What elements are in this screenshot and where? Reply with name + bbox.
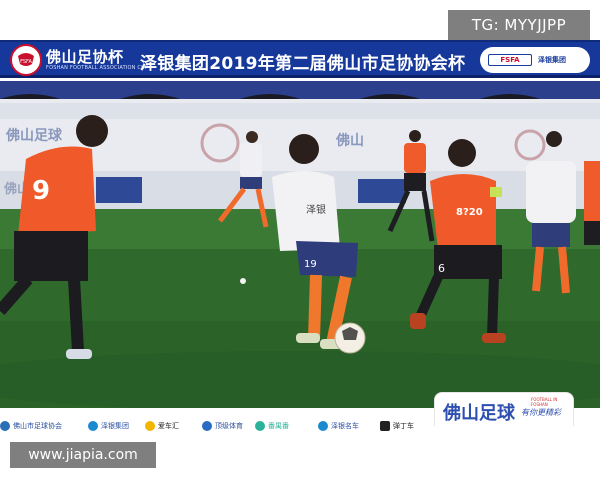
svg-text:FSFA: FSFA (20, 59, 32, 65)
backdrop-sign-1: 佛山足球 (5, 127, 63, 144)
player-number-19: 19 (304, 259, 317, 270)
player-number-9: 9 (32, 176, 50, 206)
sponsor-item: 番禺番 (255, 420, 289, 432)
sponsor-logo-icon (88, 421, 98, 431)
sponsor-strip: 佛山市足球协会 泽银集团 爱车汇 顶级体育 番禺番 泽银名车 弹丁车 FOOTB… (0, 392, 600, 444)
match-photo: 佛山足球 佛山 佛山足球 (0, 81, 600, 408)
footer-brand-title: 佛山足球 (443, 403, 515, 424)
sponsor-logo-icon (380, 421, 390, 431)
event-banner: FSFA 佛山足协杯 FOSHAN FOOTBALL ASSOCIATION C… (0, 40, 600, 78)
association-name: 佛山足协杯 (46, 48, 124, 66)
watermark-top: TG: MYYJJPP (448, 10, 590, 40)
svg-text:8?20: 8?20 (456, 207, 483, 218)
association-subtitle: FOSHAN FOOTBALL ASSOCIATION CUP (46, 65, 149, 71)
watermark-bottom: www.jiapia.com (10, 442, 156, 468)
banner-sponsor-pill: FSFA 泽银集团 (480, 47, 590, 73)
sponsor-logo-icon (255, 421, 265, 431)
sponsor-item: 佛山市足球协会 (0, 420, 62, 432)
sponsor-label: 弹丁车 (393, 422, 414, 430)
sponsor-item: 泽银名车 (318, 420, 359, 432)
fsfa-small-logo: FSFA (488, 54, 532, 66)
footer-brand-small: FOOTBALL IN FOSHAN (531, 397, 558, 407)
sponsor-logo-icon (318, 421, 328, 431)
sponsor-item: 爱车汇 (145, 420, 179, 432)
sponsor-label: 顶级体育 (215, 422, 243, 430)
sponsor-item: 泽银集团 (88, 420, 129, 432)
event-title: 泽银集团2019年第二届佛山市足协协会杯 (140, 54, 466, 74)
sponsor-logo-icon (0, 421, 10, 431)
sponsor-logo-icon (202, 421, 212, 431)
sponsor-label: 泽银集团 (101, 422, 129, 430)
player-number-6: 6 (438, 262, 445, 275)
zeyin-logo: 泽银集团 (538, 56, 566, 64)
fsfa-logo-icon: FSFA (10, 44, 42, 76)
sponsor-item: 顶级体育 (202, 420, 243, 432)
sponsor-item: 弹丁车 (380, 420, 414, 432)
backdrop-sign-2: 佛山 (335, 132, 364, 149)
sponsor-label: 佛山市足球协会 (13, 422, 62, 430)
sponsor-label: 爱车汇 (158, 422, 179, 430)
footer-brand-tagline: 有你更精彩 (521, 408, 561, 417)
sponsor-label: 番禺番 (268, 422, 289, 430)
sponsor-label: 泽银名车 (331, 422, 359, 430)
image-stage: TG: MYYJJPP FSFA 佛山足协杯 FOSHAN FOOTBALL A… (0, 0, 600, 480)
shirt-sponsor-text: 泽银 (306, 203, 326, 216)
football (334, 322, 366, 354)
sponsor-logo-icon (145, 421, 155, 431)
footer-brand: FOOTBALL IN FOSHAN 佛山足球 有你更精彩 (434, 392, 574, 426)
